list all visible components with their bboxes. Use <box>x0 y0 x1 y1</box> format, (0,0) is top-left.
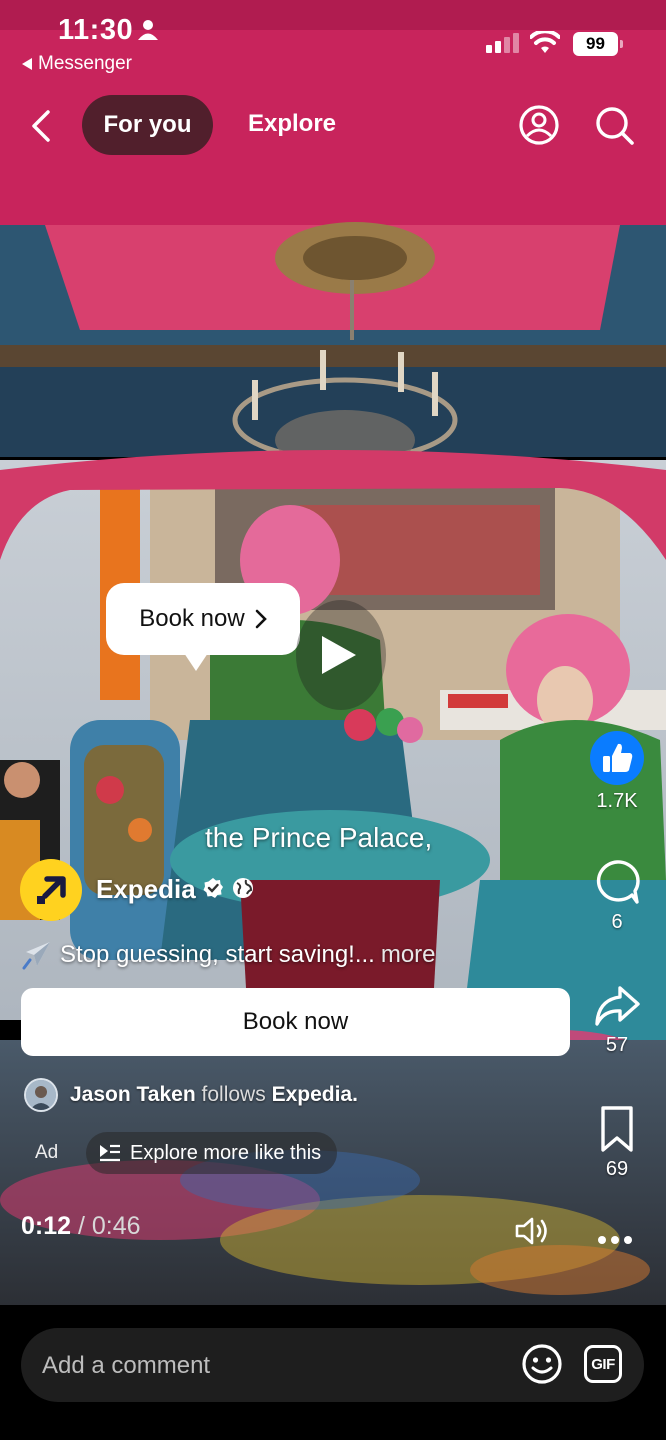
emoji-icon[interactable] <box>521 1343 563 1385</box>
playback-time: 0:12 / 0:46 <box>21 1212 141 1241</box>
share-action[interactable]: 57 <box>587 980 647 1057</box>
video-caption: the Prince Palace, <box>205 822 433 853</box>
brand-name[interactable]: Expedia <box>96 874 196 905</box>
cellular-signal-icon <box>486 33 519 53</box>
book-now-bubble-label: Book now <box>139 605 245 632</box>
expedia-logo[interactable] <box>20 859 82 921</box>
airplane-icon <box>22 942 50 970</box>
tab-for-you[interactable]: For you <box>82 95 213 155</box>
follows-word: follows <box>201 1083 266 1106</box>
ad-text: Stop guessing, start saving!... <box>60 941 375 968</box>
play-icon[interactable] <box>296 600 386 710</box>
expedia-arrow-icon <box>37 876 66 904</box>
like-icon <box>590 731 644 785</box>
gif-button[interactable]: GIF <box>584 1345 622 1383</box>
save-action[interactable]: 69 <box>587 1104 647 1181</box>
back-triangle-icon <box>22 58 32 70</box>
battery-indicator: 99 <box>573 32 623 56</box>
tab-explore[interactable]: Explore <box>248 110 336 138</box>
search-icon[interactable] <box>594 105 636 147</box>
time-separator: / <box>78 1212 85 1240</box>
ad-description[interactable]: Stop guessing, start saving!... more <box>20 938 436 972</box>
avatar[interactable] <box>24 1078 58 1112</box>
comment-action[interactable]: 6 <box>587 857 647 934</box>
comment-count: 6 <box>611 911 623 933</box>
explore-more-button[interactable]: Explore more like this <box>86 1132 338 1174</box>
comment-placeholder[interactable]: Add a comment <box>42 1352 210 1380</box>
explore-more-label: Explore more like this <box>130 1141 322 1164</box>
elapsed-time: 0:12 <box>21 1212 72 1240</box>
follows-target[interactable]: Expedia. <box>272 1083 358 1106</box>
total-duration: 0:46 <box>91 1212 141 1240</box>
status-time: 11:30 <box>58 14 134 46</box>
globe-icon <box>233 878 253 898</box>
book-now-bubble[interactable]: Book now <box>106 583 300 671</box>
verified-badge-icon <box>203 878 223 898</box>
volume-icon[interactable] <box>514 1215 552 1247</box>
wifi-icon <box>530 31 560 53</box>
like-count: 1.7K <box>596 790 638 812</box>
share-icon <box>595 986 640 1026</box>
bookmark-icon <box>601 1106 633 1152</box>
avatar-image <box>26 1080 56 1110</box>
like-action[interactable]: 1.7K <box>587 730 647 813</box>
social-context: Jason Taken follows Expedia. <box>70 1083 358 1107</box>
comment-icon <box>596 860 640 904</box>
ad-label: Ad <box>35 1142 59 1163</box>
chevron-right-icon <box>255 609 267 629</box>
video-list-icon <box>100 1144 120 1162</box>
book-now-button[interactable]: Book now <box>21 988 570 1056</box>
chevron-left-icon[interactable] <box>26 108 56 144</box>
more-options-icon[interactable] <box>598 1236 632 1244</box>
back-app-label: Messenger <box>38 53 132 74</box>
profile-icon[interactable] <box>518 104 560 146</box>
follower-name[interactable]: Jason Taken <box>70 1083 196 1106</box>
person-icon <box>138 20 158 40</box>
save-count: 69 <box>605 1158 629 1180</box>
share-count: 57 <box>605 1034 629 1056</box>
back-to-app-link[interactable]: Messenger <box>22 53 132 75</box>
more-link[interactable]: more <box>381 941 436 969</box>
